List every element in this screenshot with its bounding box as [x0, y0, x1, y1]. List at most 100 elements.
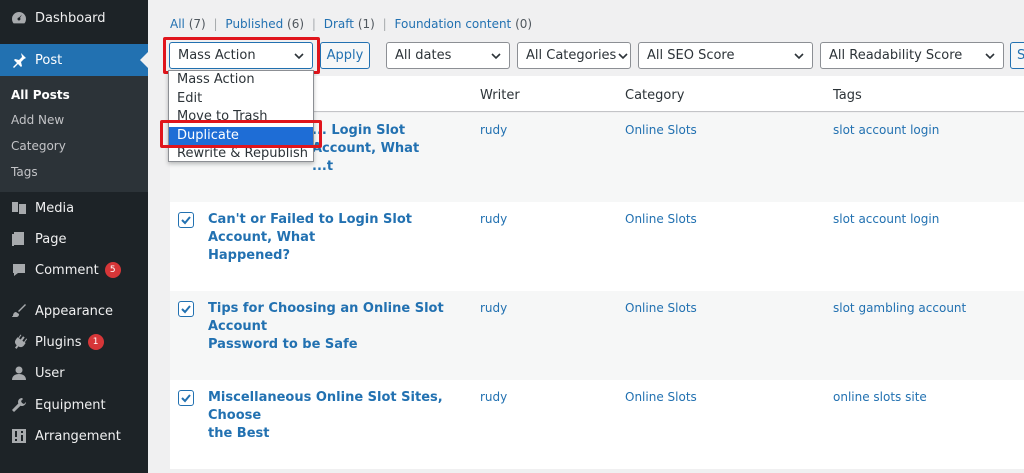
- plugin-update-badge: 1: [87, 334, 104, 350]
- filter-draft[interactable]: Draft: [324, 17, 354, 31]
- menu-label: Plugins: [35, 334, 82, 350]
- chevron-down-icon: [489, 49, 503, 63]
- filter-all[interactable]: All: [170, 17, 185, 31]
- apply-button[interactable]: Apply: [320, 42, 370, 69]
- media-icon: [9, 198, 29, 218]
- chevron-down-icon: [983, 49, 997, 63]
- comment-count-badge: 5: [104, 262, 121, 278]
- filter-foundation-count: (0): [515, 17, 533, 31]
- readability-score-value: All Readability Score: [829, 48, 963, 63]
- column-category[interactable]: Category: [625, 88, 684, 103]
- menu-label: Comment: [35, 262, 99, 278]
- filter-button[interactable]: S: [1010, 42, 1024, 69]
- filter-published-count: (6): [287, 17, 305, 31]
- post-title-link[interactable]: Can't or Failed to Login Slot Account, W…: [208, 211, 470, 265]
- post-tags[interactable]: slot account login: [833, 123, 939, 137]
- dashboard-icon: [9, 8, 29, 28]
- post-writer[interactable]: rudy: [480, 390, 507, 404]
- menu-dashboard[interactable]: Dashboard: [0, 3, 148, 33]
- post-category[interactable]: Online Slots: [625, 212, 697, 226]
- seo-score-value: All SEO Score: [647, 48, 735, 63]
- post-title-link[interactable]: Tips for Choosing an Online Slot Account…: [208, 300, 470, 354]
- chevron-down-icon: [792, 49, 806, 63]
- bulk-action-dropdown: Mass Action Edit Move to Trash Duplicate…: [168, 70, 314, 162]
- post-title-link[interactable]: Miscellaneous Online Slot Sites, Choose …: [208, 389, 470, 443]
- post-category[interactable]: Online Slots: [625, 301, 697, 315]
- table-row: Can't or Failed to Login Slot Account, W…: [170, 202, 1024, 291]
- date-filter-value: All dates: [395, 48, 452, 63]
- category-filter-value: All Categories: [526, 48, 617, 63]
- menu-arrangement[interactable]: Arrangement: [0, 421, 148, 451]
- row-checkbox[interactable]: [178, 301, 194, 317]
- option-rewrite-republish[interactable]: Rewrite & Republish: [169, 145, 313, 161]
- column-tags[interactable]: Tags: [833, 88, 862, 103]
- option-mass-action[interactable]: Mass Action: [169, 71, 313, 90]
- submenu-add-new[interactable]: Add New: [11, 113, 64, 127]
- menu-page[interactable]: Page: [0, 224, 148, 254]
- menu-label: Page: [35, 231, 67, 247]
- menu-appearance[interactable]: Appearance: [0, 296, 148, 326]
- brush-icon: [9, 301, 29, 321]
- plugin-icon: [9, 332, 29, 352]
- user-icon: [9, 363, 29, 383]
- menu-label: Arrangement: [35, 428, 121, 444]
- post-tags[interactable]: slot account login: [833, 212, 939, 226]
- menu-comment[interactable]: Comment 5: [0, 255, 148, 285]
- separator: |: [213, 17, 218, 31]
- menu-plugins[interactable]: Plugins 1: [0, 327, 148, 357]
- row-checkbox[interactable]: [178, 390, 194, 406]
- menu-label: User: [35, 365, 65, 381]
- chevron-down-icon: [292, 49, 306, 63]
- checkmark-icon: [181, 394, 191, 403]
- pin-icon: [9, 50, 29, 70]
- bulk-action-value: Mass Action: [178, 48, 256, 63]
- readability-score-select[interactable]: All Readability Score: [820, 42, 1004, 69]
- date-filter-select[interactable]: All dates: [386, 42, 510, 69]
- separator: |: [382, 17, 387, 31]
- bulk-action-select[interactable]: Mass Action: [169, 42, 313, 69]
- post-tags[interactable]: online slots site: [833, 390, 927, 404]
- post-category[interactable]: Online Slots: [625, 390, 697, 404]
- menu-label: Appearance: [35, 303, 114, 319]
- submenu-category[interactable]: Category: [11, 139, 66, 153]
- column-writer[interactable]: Writer: [480, 88, 520, 103]
- table-row: Tips for Choosing an Online Slot Account…: [170, 291, 1024, 380]
- menu-equipment[interactable]: Equipment: [0, 390, 148, 420]
- post-writer[interactable]: rudy: [480, 212, 507, 226]
- post-category[interactable]: Online Slots: [625, 123, 697, 137]
- settings-icon: [9, 426, 29, 446]
- option-edit[interactable]: Edit: [169, 90, 313, 109]
- wrench-icon: [9, 395, 29, 415]
- filter-all-count: (7): [188, 17, 206, 31]
- post-tags[interactable]: slot gambling account: [833, 301, 966, 315]
- post-writer[interactable]: rudy: [480, 301, 507, 315]
- checkmark-icon: [181, 216, 191, 225]
- menu-media[interactable]: Media: [0, 193, 148, 223]
- menu-label: Dashboard: [35, 10, 106, 26]
- admin-sidebar: Dashboard Post All Posts Add New Categor…: [0, 0, 148, 473]
- filter-published[interactable]: Published: [225, 17, 283, 31]
- page-icon: [9, 229, 29, 249]
- filter-foundation-content[interactable]: Foundation content: [395, 17, 512, 31]
- seo-score-select[interactable]: All SEO Score: [638, 42, 813, 69]
- menu-post[interactable]: Post: [0, 44, 148, 76]
- separator: |: [311, 17, 316, 31]
- table-row: Miscellaneous Online Slot Sites, Choose …: [170, 380, 1024, 469]
- submenu-all-posts[interactable]: All Posts: [11, 88, 70, 102]
- option-move-to-trash[interactable]: Move to Trash: [169, 108, 313, 127]
- filter-draft-count: (1): [357, 17, 375, 31]
- checkmark-icon: [181, 305, 191, 314]
- post-writer[interactable]: rudy: [480, 123, 507, 137]
- comment-icon: [9, 260, 29, 280]
- row-checkbox[interactable]: [178, 212, 194, 228]
- chevron-down-icon: [616, 49, 630, 63]
- post-status-filters: All (7) | Published (6) | Draft (1) | Fo…: [170, 17, 532, 31]
- menu-user[interactable]: User: [0, 358, 148, 388]
- menu-label: Media: [35, 200, 75, 216]
- menu-label: Equipment: [35, 397, 106, 413]
- option-duplicate[interactable]: Duplicate: [169, 126, 313, 145]
- menu-label: Post: [35, 52, 63, 68]
- category-filter-select[interactable]: All Categories: [517, 42, 631, 69]
- post-submenu: All Posts Add New Category Tags: [0, 76, 148, 192]
- submenu-tags[interactable]: Tags: [11, 165, 38, 179]
